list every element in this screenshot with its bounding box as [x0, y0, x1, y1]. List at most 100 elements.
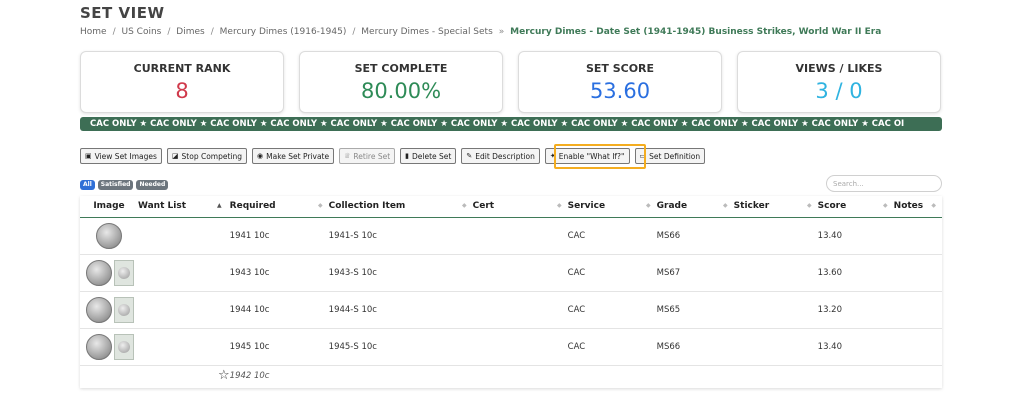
retire-set-button[interactable]: ♕ Retire Set — [339, 148, 396, 164]
make-set-private-button[interactable]: ◉ Make Set Private — [252, 148, 335, 164]
coin-images — [80, 364, 138, 386]
filter-pills: All Satisfied Needed — [80, 180, 169, 190]
edit-description-button[interactable]: ✎ Edit Description — [461, 148, 540, 164]
breadcrumb-arrow-icon: » — [498, 27, 505, 37]
breadcrumb-home[interactable]: Home — [80, 27, 107, 37]
breadcrumb-dimes[interactable]: Dimes — [176, 27, 204, 37]
coin-images[interactable] — [80, 327, 138, 365]
stop-competing-button[interactable]: ◪ Stop Competing — [166, 148, 248, 164]
sort-icon: ◆ — [557, 202, 562, 209]
breadcrumb-mercury-dimes[interactable]: Mercury Dimes (1916-1945) — [220, 27, 347, 37]
service-cell — [567, 364, 657, 386]
breadcrumb-us-coins[interactable]: US Coins — [122, 27, 162, 37]
col-grade[interactable]: Grade ◆ — [656, 196, 734, 218]
want-list-row[interactable]: ☆ 1942 10c — [80, 364, 942, 386]
required-cell: 1943 10c — [229, 253, 329, 291]
score-cell: 13.40 — [817, 216, 894, 254]
col-sticker[interactable]: Sticker ◆ — [733, 196, 818, 218]
slab-image[interactable] — [114, 296, 134, 323]
score-cell — [817, 364, 894, 386]
stat-label: SET SCORE — [585, 62, 655, 75]
grade-cell: MS66 — [656, 216, 734, 254]
filter-needed[interactable]: Needed — [136, 180, 169, 190]
sticker-cell — [733, 290, 818, 328]
stat-card-views-likes: VIEWS / LIKES 3 / 0 — [737, 51, 941, 113]
table-row[interactable]: 1943 10c 1943-S 10c CAC MS67 13.60 — [80, 253, 942, 291]
col-image[interactable]: Image — [80, 196, 138, 218]
cert-cell — [472, 253, 568, 291]
grade-cell: MS66 — [656, 327, 734, 365]
slab-image[interactable] — [114, 333, 134, 360]
notes-cell — [893, 364, 942, 386]
stat-card-complete: SET COMPLETE 80.00% — [299, 51, 503, 113]
notes-cell — [893, 216, 942, 254]
sort-icon: ◆ — [462, 202, 467, 209]
coin-image[interactable] — [86, 259, 112, 286]
stat-card-score: SET SCORE 53.60 — [518, 51, 722, 113]
breadcrumb-current: Mercury Dimes - Date Set (1941-1945) Bus… — [510, 27, 882, 37]
col-want-list[interactable]: Want List ▲ — [138, 196, 230, 218]
stat-label: SET COMPLETE — [354, 62, 448, 75]
collection-item-cell[interactable]: 1941-S 10c — [328, 216, 473, 254]
sticker-cell — [733, 216, 818, 254]
notes-cell — [893, 327, 942, 365]
table-row[interactable]: 1941 10c 1941-S 10c CAC MS66 13.40 — [80, 216, 942, 254]
notes-cell — [893, 253, 942, 291]
collection-item-cell[interactable]: 1944-S 10c — [328, 290, 473, 328]
service-cell: CAC — [567, 253, 657, 291]
eye-slash-icon: ◉ — [257, 152, 264, 160]
sort-icon: ◆ — [807, 202, 812, 209]
star-icon[interactable]: ☆ — [218, 368, 230, 383]
search-input[interactable] — [826, 175, 942, 192]
stat-value: 8 — [175, 79, 189, 103]
score-cell: 13.60 — [817, 253, 894, 291]
coin-image[interactable] — [86, 333, 112, 360]
score-cell: 13.40 — [817, 327, 894, 365]
table-row[interactable]: 1945 10c 1945-S 10c CAC MS66 13.40 — [80, 327, 942, 365]
required-cell: 1944 10c — [229, 290, 329, 328]
sticker-cell — [733, 364, 818, 386]
sticker-cell — [733, 253, 818, 291]
stat-card-rank: CURRENT RANK 8 — [80, 51, 284, 113]
view-set-images-button[interactable]: ▣ View Set Images — [80, 148, 162, 164]
trophy-icon: ♕ — [344, 152, 351, 160]
required-cell: 1945 10c — [229, 327, 329, 365]
score-cell: 13.20 — [817, 290, 894, 328]
required-cell: 1942 10c — [229, 364, 329, 386]
want-list-cell — [138, 216, 230, 254]
stat-value: 3 / 0 — [815, 79, 863, 103]
stat-label: CURRENT RANK — [133, 62, 231, 75]
grade-cell: MS65 — [656, 290, 734, 328]
table-row[interactable]: 1944 10c 1944-S 10c CAC MS65 13.20 — [80, 290, 942, 328]
set-table: Image Want List ▲ Required ◆ Collection It… — [80, 196, 942, 388]
slab-image[interactable] — [114, 259, 134, 286]
want-list-cell — [138, 290, 230, 328]
stat-value: 80.00% — [360, 79, 442, 103]
cert-cell — [472, 216, 568, 254]
filter-all[interactable]: All — [80, 180, 95, 190]
col-required[interactable]: Required ◆ — [229, 196, 329, 218]
col-collection-item[interactable]: Collection Item ◆ — [328, 196, 473, 218]
col-service[interactable]: Service ◆ — [567, 196, 657, 218]
breadcrumb: Home / US Coins / Dimes / Mercury Dimes (19… — [80, 27, 882, 37]
col-notes[interactable]: Notes ◆ — [893, 196, 942, 218]
coin-image[interactable] — [86, 296, 112, 323]
cert-cell — [472, 290, 568, 328]
sort-asc-icon: ▲ — [217, 202, 222, 209]
sort-icon: ◆ — [931, 202, 936, 209]
col-cert[interactable]: Cert ◆ — [472, 196, 568, 218]
delete-set-button[interactable]: ▮ Delete Set — [400, 148, 457, 164]
service-cell: CAC — [567, 216, 657, 254]
cert-cell — [472, 364, 568, 386]
page-title: SET VIEW — [80, 4, 165, 22]
coin-images[interactable] — [80, 216, 138, 254]
coin-images[interactable] — [80, 253, 138, 291]
breadcrumb-special-sets[interactable]: Mercury Dimes - Special Sets — [361, 27, 493, 37]
collection-item-cell[interactable]: 1945-S 10c — [328, 327, 473, 365]
coin-images[interactable] — [80, 290, 138, 328]
col-score[interactable]: Score ◆ — [817, 196, 894, 218]
filter-satisfied[interactable]: Satisfied — [97, 180, 134, 190]
want-list-cell — [138, 253, 230, 291]
coin-image[interactable] — [96, 222, 122, 249]
collection-item-cell[interactable]: 1943-S 10c — [328, 253, 473, 291]
